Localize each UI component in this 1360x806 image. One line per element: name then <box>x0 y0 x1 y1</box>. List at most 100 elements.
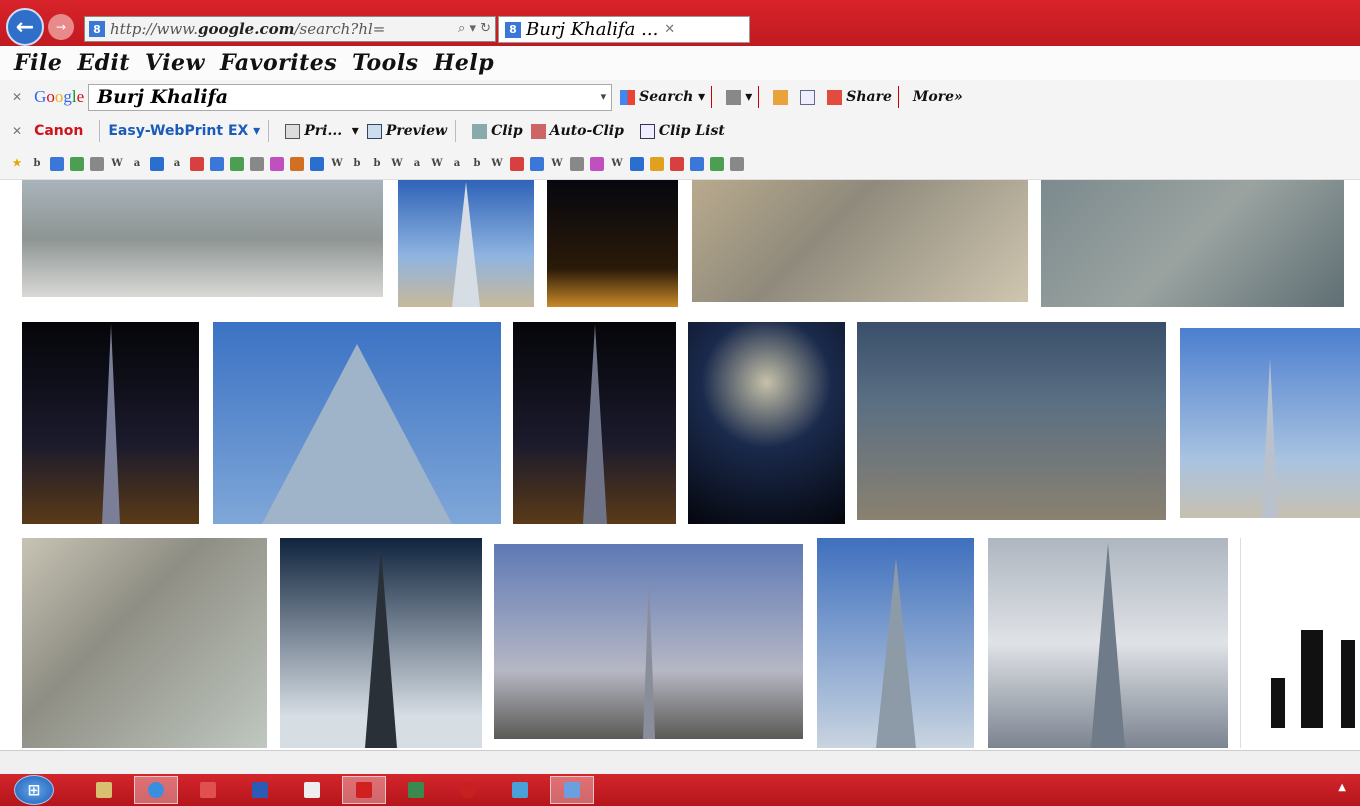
taskbar-app5[interactable] <box>498 776 542 804</box>
taskbar-word[interactable] <box>238 776 282 804</box>
taskbar-ie[interactable] <box>134 776 178 804</box>
mail-button[interactable] <box>800 89 819 105</box>
image-result[interactable] <box>857 322 1166 520</box>
favorite-i-icon[interactable] <box>250 156 264 171</box>
favorite-i-icon[interactable] <box>650 156 664 171</box>
favorite-b-icon[interactable]: b <box>370 157 384 171</box>
favorite-W-icon[interactable]: W <box>490 157 504 171</box>
favorite-i-icon[interactable] <box>730 156 744 171</box>
favorite-w-icon[interactable] <box>50 156 64 171</box>
taskbar-app2[interactable] <box>342 776 386 804</box>
image-result[interactable] <box>22 538 267 748</box>
print-button[interactable]: Pri... ▾ <box>285 123 359 139</box>
image-result[interactable] <box>280 538 482 748</box>
share-button[interactable]: Share <box>827 89 892 105</box>
favorite-a-icon[interactable]: a <box>130 157 144 171</box>
favorite-K-icon[interactable] <box>150 156 164 171</box>
favorite-i-icon[interactable] <box>630 156 644 171</box>
image-result[interactable] <box>692 180 1028 302</box>
close-toolbar-icon[interactable]: ✕ <box>12 124 22 138</box>
page-menu-button[interactable]: ▾ <box>726 89 752 105</box>
image-result[interactable] <box>22 180 383 297</box>
windows-start-icon[interactable]: ⊞ <box>14 775 54 805</box>
image-result[interactable] <box>213 322 501 524</box>
forward-button[interactable]: → <box>48 14 74 40</box>
clip-list-button[interactable]: Clip List <box>639 123 725 139</box>
image-result[interactable] <box>817 538 974 748</box>
image-result[interactable] <box>398 180 534 307</box>
favorite-i-icon[interactable] <box>290 156 304 171</box>
favorite-i-icon[interactable] <box>510 156 524 171</box>
favorite-b-icon[interactable]: b <box>350 157 364 171</box>
taskbar-app6[interactable] <box>550 776 594 804</box>
address-controls-icon[interactable]: ⌕ ▾ ↻ <box>458 21 491 36</box>
easy-webprint-button[interactable]: Easy-WebPrint EX ▾ <box>108 123 260 139</box>
image-result[interactable] <box>513 322 676 524</box>
favorite-W-icon[interactable]: W <box>610 157 624 171</box>
image-result[interactable] <box>22 322 199 524</box>
close-icon[interactable]: ✕ <box>664 22 675 37</box>
favorite-W-icon[interactable]: W <box>390 157 404 171</box>
favorite-W-icon[interactable]: W <box>330 157 344 171</box>
favorite-i-icon[interactable] <box>670 156 684 171</box>
image-result[interactable] <box>688 322 845 524</box>
taskbar-explorer[interactable] <box>82 776 126 804</box>
forward-arrow-icon: → <box>55 20 67 34</box>
favorite-i-icon[interactable] <box>310 156 324 171</box>
app-icon <box>200 782 216 798</box>
favorite-i-icon[interactable] <box>210 156 224 171</box>
translate-button[interactable] <box>773 89 792 105</box>
taskbar-pdf[interactable] <box>290 776 334 804</box>
favorite-b-icon[interactable]: b <box>30 157 44 171</box>
image-result[interactable] <box>988 538 1228 748</box>
favorite-i-icon[interactable] <box>590 156 604 171</box>
chevron-down-icon[interactable]: ▾ <box>601 90 607 103</box>
clip-button[interactable]: Clip <box>472 123 523 139</box>
tab-favicon-icon: 8 <box>505 21 521 38</box>
favorite-cloud-icon[interactable] <box>90 156 104 171</box>
menu-view[interactable]: View <box>145 50 205 76</box>
image-result[interactable] <box>1041 180 1344 307</box>
favorite-W-icon[interactable]: W <box>110 157 124 171</box>
close-toolbar-icon[interactable]: ✕ <box>12 90 22 104</box>
back-button[interactable]: ← <box>6 8 44 46</box>
taskbar-app1[interactable] <box>186 776 230 804</box>
menu-tools[interactable]: Tools <box>352 50 418 76</box>
favorite-i-icon[interactable] <box>530 156 544 171</box>
favorite-W-icon[interactable]: W <box>430 157 444 171</box>
favorite-a-icon[interactable]: a <box>410 157 424 171</box>
favorite-i-icon[interactable] <box>70 156 84 171</box>
google-search-input[interactable]: Burj Khalifa ▾ <box>88 83 613 111</box>
menu-help[interactable]: Help <box>434 50 495 76</box>
more-button[interactable]: More» <box>913 89 963 105</box>
menu-favorites[interactable]: Favorites <box>220 50 337 76</box>
share-icon <box>827 89 843 105</box>
favorite-a-icon[interactable]: a <box>170 157 184 171</box>
favorite-i-icon[interactable] <box>690 156 704 171</box>
favorite-b-icon[interactable]: b <box>470 157 484 171</box>
tab-burj-khalifa[interactable]: 8 Burj Khalifa ... ✕ <box>498 16 750 43</box>
menu-file[interactable]: File <box>14 50 62 76</box>
tray-arrow-icon[interactable]: ▲ <box>1338 782 1346 793</box>
taskbar: ⊞ ▲ <box>0 774 1360 806</box>
google-search-button[interactable]: Search ▾ <box>620 89 705 105</box>
favorite-i-icon[interactable] <box>190 156 204 171</box>
image-result[interactable] <box>1240 538 1360 748</box>
image-result[interactable] <box>1180 328 1360 518</box>
favorite-i-icon[interactable] <box>710 156 724 171</box>
auto-clip-button[interactable]: Auto-Clip <box>530 123 624 139</box>
favorite-W-icon[interactable]: W <box>550 157 564 171</box>
image-result[interactable] <box>494 544 803 739</box>
image-result[interactable] <box>547 180 678 307</box>
app-icon <box>512 782 528 798</box>
favorite-i-icon[interactable] <box>570 156 584 171</box>
favorite-i-icon[interactable] <box>270 156 284 171</box>
taskbar-app3[interactable] <box>394 776 438 804</box>
favorite-star-icon[interactable]: ★ <box>10 157 24 171</box>
taskbar-app4[interactable] <box>446 776 490 804</box>
preview-button[interactable]: Preview <box>366 123 447 139</box>
favorite-a-icon[interactable]: a <box>450 157 464 171</box>
favorite-i-icon[interactable] <box>230 156 244 171</box>
address-bar[interactable]: 8 http://www.google.com/search?hl= ⌕ ▾ ↻ <box>84 16 496 42</box>
menu-edit[interactable]: Edit <box>77 50 130 76</box>
